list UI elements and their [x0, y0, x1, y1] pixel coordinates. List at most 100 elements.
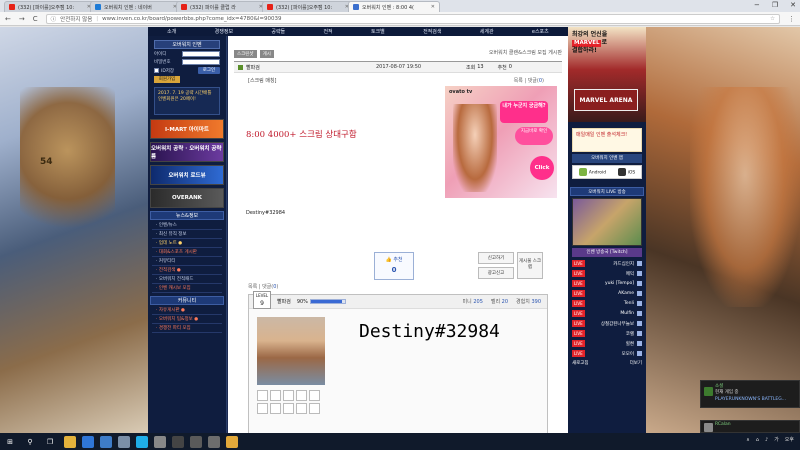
nav-item[interactable]: 공략들: [271, 28, 285, 35]
browser-tab[interactable]: (332) 파이를 클럽 라 ✕: [176, 1, 268, 12]
menu-item[interactable]: · 인벤/뉴스: [152, 221, 222, 230]
tab-title: (332) [파이를]오주캠 10:: [18, 4, 75, 11]
nav-item[interactable]: 소개: [167, 28, 176, 35]
more-link[interactable]: 더보기: [630, 360, 642, 366]
save-id-checkbox[interactable]: [154, 68, 159, 73]
close-window-icon[interactable]: ✕: [790, 1, 796, 9]
app4-icon[interactable]: [208, 435, 220, 448]
live-item[interactable]: LIVE Tenli: [572, 299, 642, 308]
volume-icon[interactable]: ♪: [765, 437, 768, 443]
comment-link[interactable]: 댓글: [528, 78, 537, 84]
event-banner[interactable]: 2017. 7. 19 공략 시간배틀 인벤회원은 20페이!: [154, 87, 220, 115]
ovato-ad[interactable]: ovato tv 내가 누군지 궁금해? 지금바로 확인 Click: [445, 86, 557, 198]
live-item[interactable]: LIVE Mulfin: [572, 309, 642, 318]
board-name[interactable]: 오버워치 클랜&스크림 모집 게시판: [489, 49, 562, 56]
ad-report-button[interactable]: 광고신고: [478, 267, 514, 279]
edge-icon[interactable]: [82, 435, 94, 448]
menu-item[interactable]: · 경쟁전 파티 모집: [152, 324, 222, 333]
maximize-icon[interactable]: ❐: [772, 1, 778, 9]
live-item[interactable]: LIVE 힐켠: [572, 339, 642, 348]
live-item[interactable]: LIVE 상철갑된나무늘보: [572, 319, 642, 328]
live-item[interactable]: LIVE 코렐: [572, 329, 642, 338]
crumb-item[interactable]: 게시: [259, 50, 274, 58]
forward-icon[interactable]: →: [19, 15, 25, 23]
obs-icon[interactable]: [172, 435, 184, 448]
live-item[interactable]: LIVE 메익: [572, 269, 642, 278]
guide-ad[interactable]: 오버워치 공략 · 오버워치 공략룸: [150, 142, 224, 162]
live-item[interactable]: LIVE yuki [Tempo]: [572, 279, 642, 288]
nav-item[interactable]: 전적검색: [423, 28, 441, 35]
app2-icon[interactable]: [154, 435, 166, 448]
store-icon[interactable]: [100, 435, 112, 448]
list-link[interactable]: 목록: [514, 78, 523, 84]
recommend-button[interactable]: 👍 추천 0: [374, 252, 414, 280]
nav-item[interactable]: 토크별: [371, 28, 385, 35]
menu-item[interactable]: · 오버워치 전적패드: [152, 275, 222, 284]
browser-tab-active[interactable]: 오버워치 인벤 : 8:00 4(✕: [348, 1, 440, 12]
menu-item[interactable]: · 인벤 캐시보 모집: [152, 284, 222, 293]
post-author[interactable]: 빨파검: [246, 64, 356, 71]
roadview-ad[interactable]: 오버워치 로드뷰: [150, 165, 224, 185]
reload-icon[interactable]: C: [33, 15, 38, 23]
task-view-icon[interactable]: ❐: [44, 436, 56, 448]
browser-tab[interactable]: 오버워치 인벤 : 네이버 ✕: [90, 1, 182, 12]
live-item[interactable]: LIVE AKame: [572, 289, 642, 298]
menu-item[interactable]: · 오버워치 팁&정보 ●: [152, 315, 222, 324]
comment-link[interactable]: 댓글: [262, 284, 271, 290]
menu-item[interactable]: · 대회&스포츠 게시판: [152, 248, 222, 257]
ios-link[interactable]: iOS: [617, 168, 635, 176]
menu-item[interactable]: · 전적검색 ●: [152, 266, 222, 275]
url-field[interactable]: ⓘ 안전하지 않음 | www.inven.co.kr/board/powerb…: [45, 13, 780, 24]
live-thumbnail[interactable]: [572, 198, 642, 246]
nav-item[interactable]: 경쟁정보: [215, 28, 233, 35]
overank-ad[interactable]: OVERANK: [150, 188, 224, 208]
notification-toast[interactable]: RCalan: [700, 420, 800, 433]
app1-icon[interactable]: [118, 435, 130, 448]
skype-icon[interactable]: [136, 435, 148, 448]
live-item[interactable]: LIVE 카드십인지: [572, 259, 642, 268]
explorer-icon[interactable]: [64, 435, 76, 448]
back-icon[interactable]: ←: [5, 15, 11, 23]
menu-item[interactable]: · 최신 뮤직 정보: [152, 230, 222, 239]
menu-icon[interactable]: ⋮: [788, 15, 795, 23]
notification-line: PLAYERUNKNOWN'S BATTLEG...: [715, 396, 786, 402]
chrome-icon[interactable]: [226, 435, 238, 448]
ime-icon[interactable]: 가: [774, 436, 779, 443]
refresh-link[interactable]: 새로고침: [572, 360, 589, 366]
password-input[interactable]: [182, 59, 220, 65]
menu-item[interactable]: · 자유게시판 ●: [152, 306, 222, 315]
report-button[interactable]: 신고하기: [478, 252, 514, 264]
clock[interactable]: 오후: [785, 436, 794, 443]
minimize-icon[interactable]: −: [754, 1, 760, 9]
attendance-banner[interactable]: 매일매일 인벤 출석체크!: [572, 128, 642, 152]
menu-item[interactable]: · 업데 노트 ●: [152, 239, 222, 248]
twitch-link[interactable]: 인벤 방송국 [Twitch]: [572, 248, 642, 257]
list-link[interactable]: 목록: [248, 284, 257, 290]
marvel-ad[interactable]: 최강의 언신을 MARVEL 로 결합하라! MARVEL ARENA: [568, 27, 646, 122]
id-input[interactable]: [182, 51, 220, 57]
browser-tab[interactable]: (332) [파이를]오주캠 10: ✕: [4, 1, 96, 12]
menu-item[interactable]: · 커뮤티티: [152, 257, 222, 266]
notification-toast[interactable]: 소셜 현재 게임 중 PLAYERUNKNOWN'S BATTLEG...: [700, 380, 800, 408]
close-tab-icon[interactable]: ✕: [431, 4, 435, 10]
join-button[interactable]: 회원가입: [154, 76, 180, 83]
browser-tab[interactable]: (332) [파이를]오주캠 10: ✕: [262, 1, 354, 12]
nav-item[interactable]: 전적: [323, 28, 332, 35]
tray-overflow-icon[interactable]: ∧: [746, 437, 750, 443]
nav-item[interactable]: 세계관: [480, 28, 494, 35]
imart-ad[interactable]: I-MART 아이마트: [150, 119, 224, 139]
login-button[interactable]: 로그인: [198, 67, 220, 74]
ad-click-button[interactable]: Click: [530, 156, 554, 180]
live-tag: LIVE: [572, 280, 585, 287]
live-item[interactable]: LIVE 모모이: [572, 349, 642, 358]
android-link[interactable]: Android: [578, 168, 606, 176]
scrap-button[interactable]: 게시물 스크랩: [517, 252, 543, 279]
search-icon[interactable]: ⚲: [24, 436, 36, 448]
crumb-item[interactable]: 스크린샷: [234, 50, 257, 58]
star-icon[interactable]: ☆: [770, 16, 775, 22]
network-icon[interactable]: ⌂: [756, 437, 759, 443]
app3-icon[interactable]: [190, 435, 202, 448]
profile-name[interactable]: 빨파검: [277, 298, 291, 305]
nav-item[interactable]: e스포츠: [532, 28, 549, 35]
start-icon[interactable]: ⊞: [4, 436, 16, 448]
